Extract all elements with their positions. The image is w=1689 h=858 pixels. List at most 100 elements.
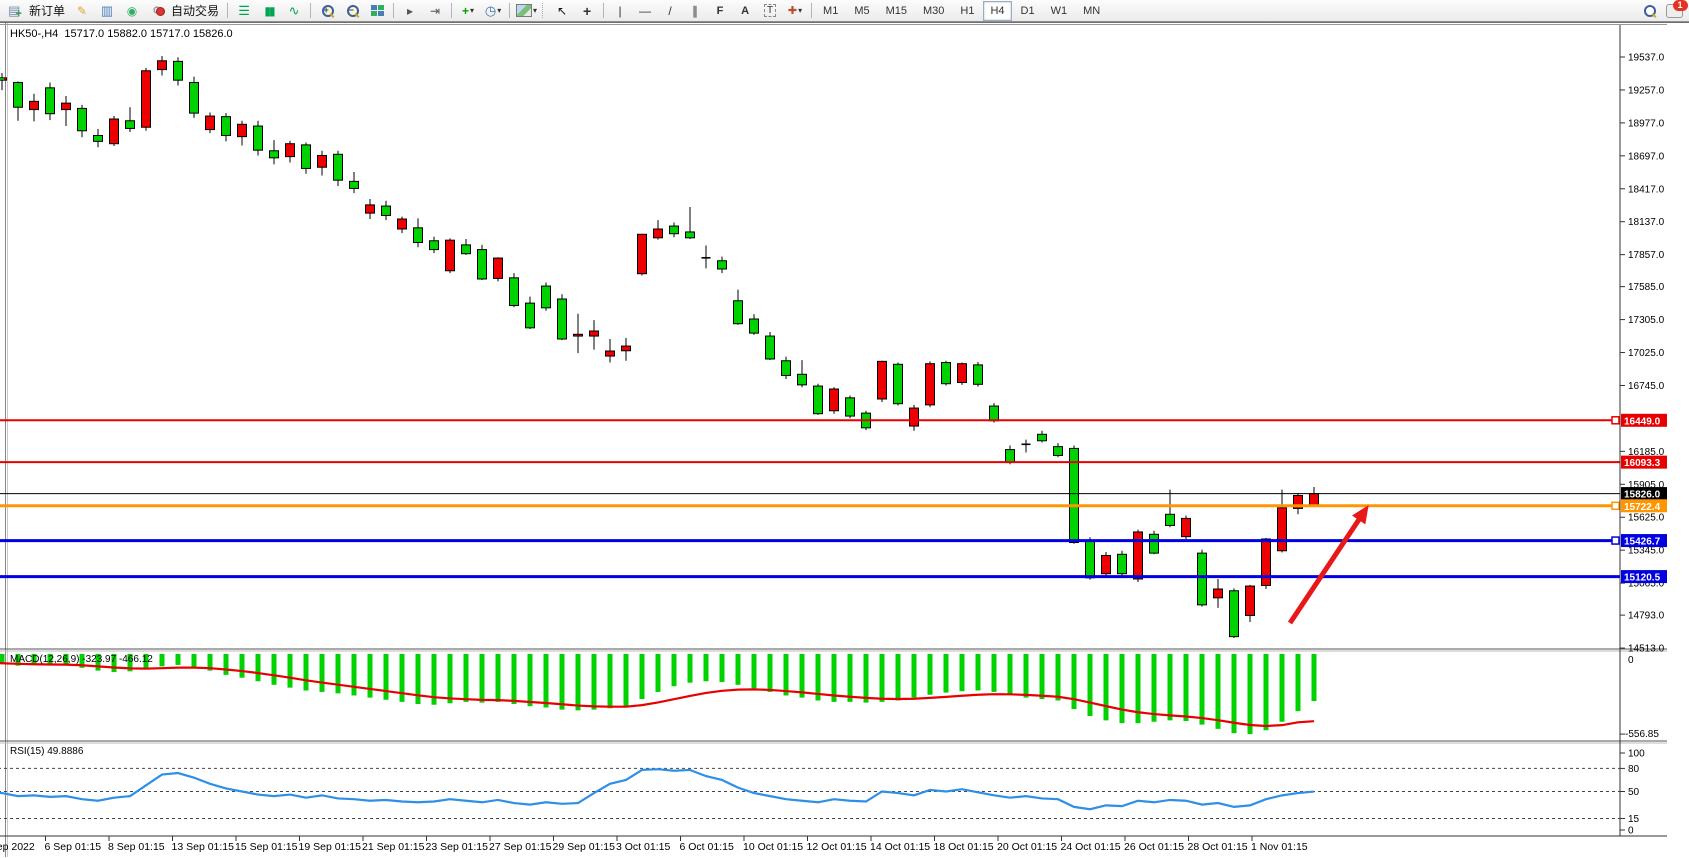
timeframe-w1[interactable]: W1 bbox=[1044, 1, 1075, 21]
text-label-tool-button[interactable]: T bbox=[758, 2, 782, 20]
equidistant-channel-icon: ∥ bbox=[692, 4, 698, 18]
svg-text:15 Sep 01:15: 15 Sep 01:15 bbox=[235, 841, 298, 853]
svg-text:15426.7: 15426.7 bbox=[1624, 537, 1661, 548]
svg-text:10 Oct 01:15: 10 Oct 01:15 bbox=[743, 841, 803, 853]
svg-text:15826.0: 15826.0 bbox=[1624, 490, 1661, 501]
toolbar-separator bbox=[811, 3, 812, 18]
indicators-icon: + bbox=[462, 4, 469, 18]
svg-text:16093.3: 16093.3 bbox=[1624, 458, 1661, 469]
timeframe-m15[interactable]: M15 bbox=[879, 1, 914, 21]
new-order-label[interactable]: 新订单 bbox=[29, 2, 65, 19]
new-order-button[interactable]: ▤ + bbox=[3, 2, 27, 20]
tile-windows-icon bbox=[371, 5, 384, 16]
arrows-icon: ✚ bbox=[788, 4, 797, 17]
svg-text:15625.0: 15625.0 bbox=[1628, 513, 1665, 524]
toolbar-separator bbox=[393, 3, 394, 18]
svg-text:50: 50 bbox=[1628, 787, 1640, 798]
bar-chart-icon: ☰ bbox=[238, 3, 250, 19]
svg-text:14 Oct 01:15: 14 Oct 01:15 bbox=[870, 841, 930, 853]
svg-text:6 Oct 01:15: 6 Oct 01:15 bbox=[680, 841, 734, 853]
profiles-button[interactable]: ✎ bbox=[70, 2, 94, 20]
navigator-button[interactable]: ◉ bbox=[120, 2, 144, 20]
fibonacci-icon: F bbox=[717, 5, 724, 17]
timeframe-group: M1M5M15M30H1H4D1W1MN bbox=[816, 1, 1107, 21]
cursor-tool-button[interactable]: ↖ bbox=[550, 2, 574, 20]
chevron-down-icon: ▾ bbox=[533, 6, 537, 15]
zoom-in-button[interactable]: + bbox=[315, 2, 339, 20]
svg-text:28 Oct 01:15: 28 Oct 01:15 bbox=[1188, 841, 1248, 853]
zoom-out-button[interactable]: − bbox=[340, 2, 364, 20]
timeframe-h4[interactable]: H4 bbox=[983, 1, 1011, 21]
svg-text:19 Sep 01:15: 19 Sep 01:15 bbox=[299, 841, 362, 853]
chat-bubble-icon: 1 bbox=[1666, 4, 1683, 18]
timeframe-h1[interactable]: H1 bbox=[953, 1, 981, 21]
tile-windows-button[interactable] bbox=[365, 2, 389, 20]
timeframe-mn[interactable]: MN bbox=[1076, 1, 1107, 21]
panel-frames bbox=[0, 25, 1667, 837]
clock-icon: ◷ bbox=[485, 3, 496, 19]
notifications-button[interactable]: 1 bbox=[1662, 2, 1686, 20]
svg-text:0: 0 bbox=[1628, 826, 1634, 837]
candlestick-chart-button[interactable]: ▮▮ bbox=[257, 2, 281, 20]
crosshair-icon: + bbox=[583, 3, 591, 19]
auto-trading-button[interactable]: ⚙ bbox=[145, 2, 169, 20]
svg-text:19257.0: 19257.0 bbox=[1628, 85, 1665, 96]
search-icon bbox=[1644, 5, 1655, 16]
macd-indicator-label: MACD(12,26,9) -323.97 -466.12 bbox=[10, 654, 153, 665]
channel-tool-button[interactable]: ∥ bbox=[683, 2, 707, 20]
svg-text:18 Oct 01:15: 18 Oct 01:15 bbox=[934, 841, 994, 853]
templates-button[interactable]: ▾ bbox=[514, 2, 539, 20]
chevron-down-icon: ▾ bbox=[798, 6, 802, 15]
timeframe-m1[interactable]: M1 bbox=[816, 1, 845, 21]
price-line-labels: 16449.016093.315826.015722.415426.715120… bbox=[1621, 414, 1667, 584]
svg-text:26 Oct 01:15: 26 Oct 01:15 bbox=[1124, 841, 1184, 853]
svg-text:15120.5: 15120.5 bbox=[1624, 573, 1661, 584]
svg-text:18977.0: 18977.0 bbox=[1628, 118, 1665, 129]
main-toolbar: ▤ + 新订单 ✎ ▥ ◉ ⚙ 自动交易 ☰ ▮▮ ∿ + − ▸ ⇥ +▾ ◷… bbox=[0, 0, 1689, 22]
market-watch-button[interactable]: ▥ bbox=[95, 2, 119, 20]
chart-shift-button[interactable]: ⇥ bbox=[423, 2, 447, 20]
auto-trading-label[interactable]: 自动交易 bbox=[171, 2, 219, 19]
svg-text:14793.0: 14793.0 bbox=[1628, 611, 1665, 622]
candles-layer bbox=[0, 56, 1319, 638]
periods-button[interactable]: ◷▾ bbox=[481, 2, 505, 20]
bar-chart-button[interactable]: ☰ bbox=[232, 2, 256, 20]
text-icon: A bbox=[741, 5, 749, 17]
vertical-line-icon: | bbox=[618, 4, 621, 18]
svg-text:27 Sep 01:15: 27 Sep 01:15 bbox=[489, 841, 552, 853]
horizontal-lines-layer bbox=[0, 417, 1620, 577]
trend-arrow bbox=[1290, 505, 1369, 623]
timeframe-m5[interactable]: M5 bbox=[847, 1, 876, 21]
text-tool-button[interactable]: A bbox=[733, 2, 757, 20]
crosshair-tool-button[interactable]: + bbox=[575, 2, 599, 20]
svg-text:13 Sep 01:15: 13 Sep 01:15 bbox=[172, 841, 235, 853]
indicators-button[interactable]: +▾ bbox=[456, 2, 480, 20]
timeframe-m30[interactable]: M30 bbox=[916, 1, 951, 21]
chart-canvas[interactable]: 19537.019257.018977.018697.018417.018137… bbox=[0, 23, 1689, 857]
svg-text:1 Nov 01:15: 1 Nov 01:15 bbox=[1251, 841, 1308, 853]
svg-text:19537.0: 19537.0 bbox=[1628, 53, 1665, 64]
cursor-icon: ↖ bbox=[557, 4, 567, 18]
vertical-line-tool-button[interactable]: | bbox=[608, 2, 632, 20]
svg-text:16745.0: 16745.0 bbox=[1628, 381, 1665, 392]
time-axis[interactable]: 2 Sep 20226 Sep 01:158 Sep 01:1513 Sep 0… bbox=[0, 836, 1308, 853]
svg-text:17025.0: 17025.0 bbox=[1628, 348, 1665, 359]
toolbar-separator bbox=[509, 3, 510, 18]
profiles-icon: ✎ bbox=[77, 4, 87, 18]
chart-window: 19537.019257.018977.018697.018417.018137… bbox=[0, 22, 1689, 857]
zoom-in-icon: + bbox=[322, 5, 333, 16]
toolbar-grip bbox=[542, 3, 547, 18]
auto-scroll-button[interactable]: ▸ bbox=[398, 2, 422, 20]
fibonacci-tool-button[interactable]: F bbox=[708, 2, 732, 20]
svg-text:21 Sep 01:15: 21 Sep 01:15 bbox=[362, 841, 425, 853]
trendline-tool-button[interactable]: / bbox=[658, 2, 682, 20]
svg-text:14513.0: 14513.0 bbox=[1628, 644, 1665, 655]
search-button[interactable] bbox=[1637, 2, 1661, 20]
timeframe-d1[interactable]: D1 bbox=[1014, 1, 1042, 21]
horizontal-line-tool-button[interactable]: — bbox=[633, 2, 657, 20]
svg-text:2 Sep 2022: 2 Sep 2022 bbox=[0, 841, 35, 853]
svg-text:80: 80 bbox=[1628, 764, 1640, 775]
line-chart-button[interactable]: ∿ bbox=[282, 2, 306, 20]
arrows-tool-button[interactable]: ✚▾ bbox=[783, 2, 807, 20]
price-axis[interactable]: 19537.019257.018977.018697.018417.018137… bbox=[1620, 53, 1665, 655]
